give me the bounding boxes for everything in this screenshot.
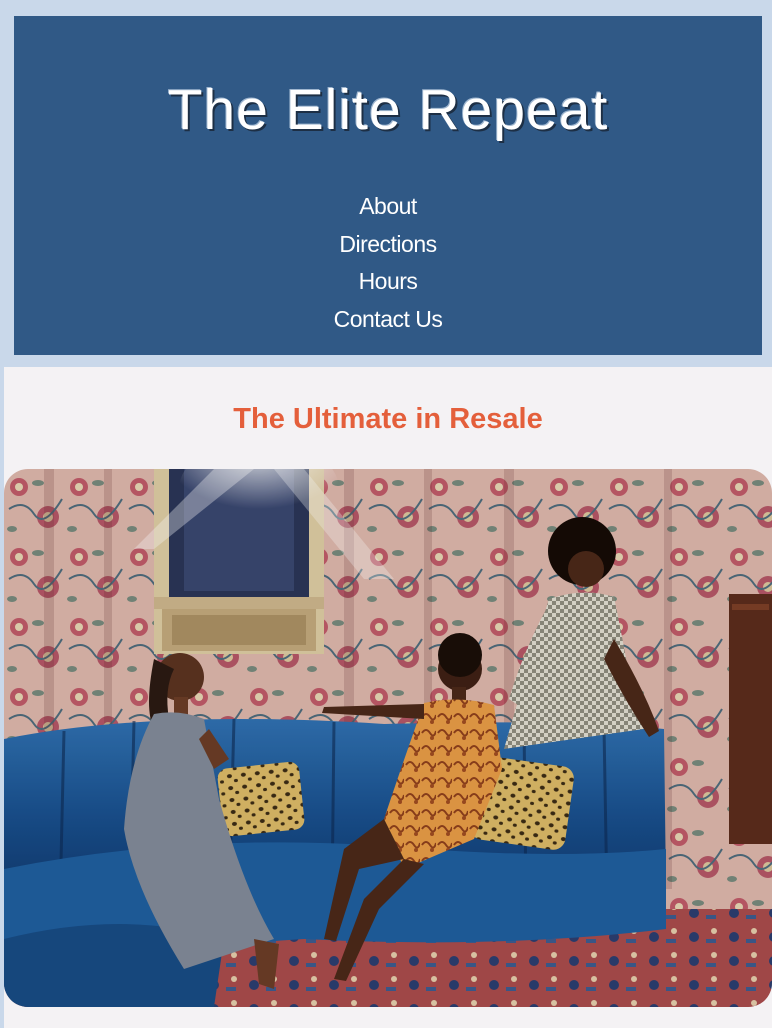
- main-nav: About Directions Hours Contact Us: [14, 188, 762, 338]
- header-divider: [4, 365, 772, 367]
- hero-photo-illustration: [4, 469, 772, 1007]
- nav-item-contact-us: Contact Us: [14, 301, 762, 339]
- nav-item-hours: Hours: [14, 263, 762, 301]
- nav-item-about: About: [14, 188, 762, 226]
- nav-link-contact-us[interactable]: Contact Us: [334, 306, 443, 332]
- tagline-heading: The Ultimate in Resale: [233, 403, 543, 435]
- page: The Elite Repeat About Directions Hours …: [4, 5, 772, 1028]
- nav-item-directions: Directions: [14, 226, 762, 264]
- site-title: The Elite Repeat: [167, 78, 609, 142]
- nav-link-directions[interactable]: Directions: [339, 231, 437, 257]
- nav-link-about[interactable]: About: [359, 193, 417, 219]
- hero-image: [4, 469, 772, 1007]
- page-footer-strip: [4, 1007, 772, 1028]
- header-banner: The Elite Repeat About Directions Hours …: [14, 16, 762, 355]
- nav-link-hours[interactable]: Hours: [359, 268, 418, 294]
- site-header: The Elite Repeat About Directions Hours …: [4, 5, 772, 365]
